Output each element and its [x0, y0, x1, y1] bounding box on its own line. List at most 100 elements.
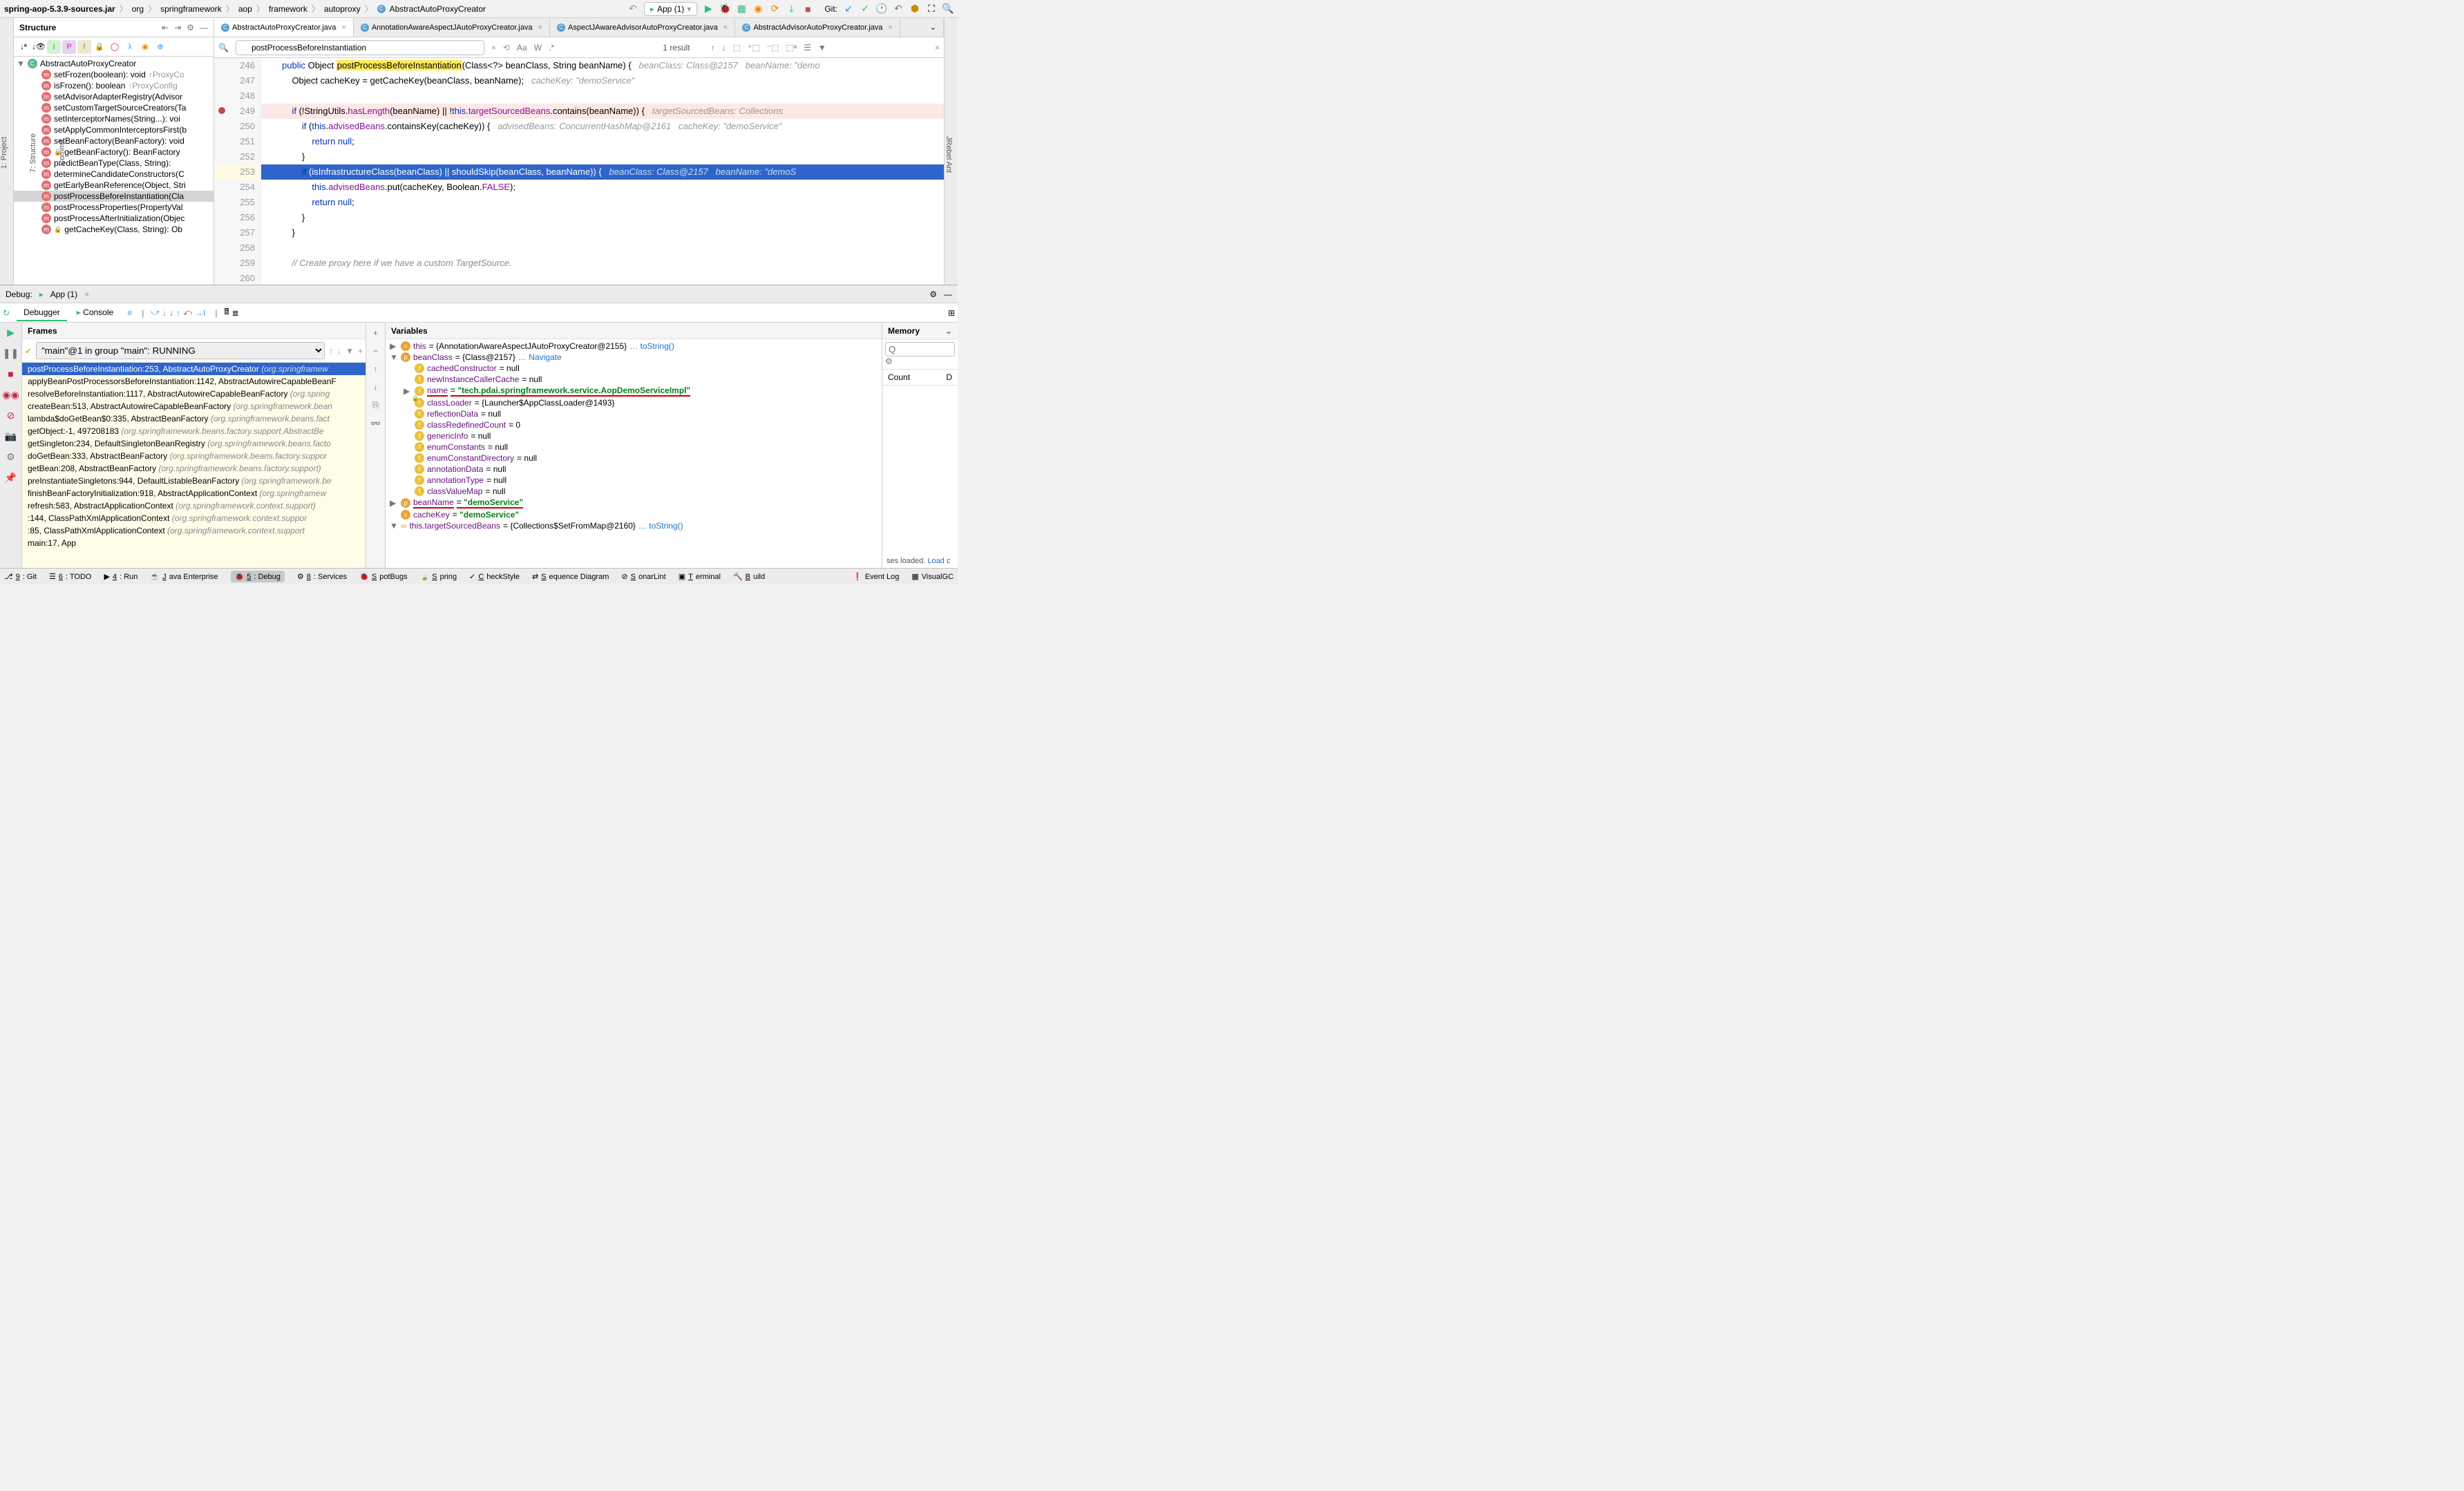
- tool-window-tab[interactable]: 7: Structure: [29, 133, 37, 173]
- breadcrumb-item[interactable]: framework: [269, 4, 307, 14]
- stack-frame[interactable]: :85, ClassPathXmlApplicationContext (org…: [22, 524, 366, 537]
- memory-load-link[interactable]: Load c: [927, 557, 950, 565]
- bottom-tool-tab[interactable]: ▣ Terminal: [679, 572, 721, 581]
- back-icon[interactable]: ↶: [627, 3, 638, 15]
- match-case-icon[interactable]: Aa: [517, 43, 527, 53]
- code-lines[interactable]: public Object postProcessBeforeInstantia…: [261, 58, 944, 285]
- copy-watch-icon[interactable]: ⎘: [372, 400, 379, 410]
- coverage-icon[interactable]: ▦: [736, 3, 747, 15]
- layout-icon[interactable]: ⊞: [948, 308, 955, 318]
- step-into-icon[interactable]: ↓: [162, 308, 167, 318]
- variable-row[interactable]: ▶f name = "tech.pdai.springframework.ser…: [386, 385, 882, 397]
- code-line[interactable]: [261, 88, 944, 104]
- structure-method-node[interactable]: m isFrozen(): boolean ↑ProxyConfig: [14, 80, 214, 91]
- git-update-icon[interactable]: ↙: [843, 3, 854, 15]
- stack-frame[interactable]: refresh:583, AbstractApplicationContext …: [22, 500, 366, 512]
- expand-icon[interactable]: ⛶: [926, 3, 937, 15]
- console-tab[interactable]: ▸ Console: [70, 305, 120, 321]
- code-line[interactable]: [261, 240, 944, 256]
- memory-search-input[interactable]: [885, 342, 955, 357]
- search-remove-sel-icon[interactable]: ⁻⬚: [767, 43, 779, 53]
- show-anon-icon[interactable]: ◯: [108, 40, 122, 54]
- structure-class-node[interactable]: ▼ C AbstractAutoProxyCreator: [14, 58, 214, 69]
- ide-status-icon[interactable]: ⬢: [909, 3, 920, 15]
- next-frame-icon[interactable]: ↓: [337, 346, 341, 356]
- stack-frame[interactable]: getBean:208, AbstractBeanFactory (org.sp…: [22, 462, 366, 475]
- more-tabs-icon[interactable]: ⌄: [923, 18, 944, 37]
- sort-alpha-icon[interactable]: ↓ª: [17, 40, 30, 54]
- search-filter-icon[interactable]: ☰: [804, 43, 811, 53]
- stack-frame[interactable]: createBean:513, AbstractAutowireCapableB…: [22, 400, 366, 412]
- code-line[interactable]: Object cacheKey = getCacheKey(beanClass,…: [261, 73, 944, 88]
- show-fields-icon[interactable]: f: [77, 40, 91, 54]
- prev-frame-icon[interactable]: ↑: [329, 346, 333, 356]
- variable-row[interactable]: ▶p beanName = "demoService": [386, 497, 882, 509]
- search-add-sel-icon[interactable]: ⁺⬚: [748, 43, 760, 53]
- pin-icon[interactable]: 📌: [4, 471, 18, 484]
- bottom-tool-tab[interactable]: ❗ Event Log: [853, 572, 899, 581]
- debug-gear-icon[interactable]: ⚙: [929, 289, 937, 299]
- show-inherited-icon[interactable]: I: [47, 40, 61, 54]
- search-down-icon[interactable]: ↓: [722, 43, 726, 53]
- variable-row[interactable]: f classValueMap = null: [386, 486, 882, 497]
- variable-link[interactable]: … Navigate: [518, 352, 562, 362]
- variable-row[interactable]: f enumConstantDirectory = null: [386, 453, 882, 464]
- stack-frame[interactable]: getSingleton:234, DefaultSingletonBeanRe…: [22, 437, 366, 450]
- filter-frames-icon[interactable]: ▼: [345, 346, 354, 356]
- watch-up-icon[interactable]: ↑: [374, 364, 378, 374]
- expand-all-icon[interactable]: ⊕: [153, 40, 167, 54]
- structure-method-node[interactable]: m predictBeanType(Class, String):: [14, 158, 214, 169]
- add-frame-icon[interactable]: +: [358, 346, 363, 356]
- variable-row[interactable]: f classRedefinedCount = 0: [386, 419, 882, 430]
- variable-link[interactable]: … toString(): [638, 521, 683, 531]
- show-properties-icon[interactable]: P: [62, 40, 76, 54]
- tool-window-tab[interactable]: 1: Project: [0, 137, 8, 169]
- show-private-icon[interactable]: 🔒: [93, 40, 106, 54]
- stack-frame[interactable]: lambda$doGetBean$0:335, AbstractBeanFact…: [22, 412, 366, 425]
- remove-watch-icon[interactable]: −: [373, 346, 378, 356]
- watch-down-icon[interactable]: ↓: [374, 382, 378, 392]
- search-history-icon[interactable]: ⟲: [503, 43, 510, 53]
- variable-row[interactable]: f🔒 classLoader = {Launcher$AppClassLoade…: [386, 397, 882, 408]
- structure-method-node[interactable]: m postProcessAfterInitialization(Objec: [14, 213, 214, 224]
- structure-gear-icon[interactable]: ⚙: [187, 23, 194, 32]
- stack-frame[interactable]: doGetBean:333, AbstractBeanFactory (org.…: [22, 450, 366, 462]
- breadcrumb-item[interactable]: org: [132, 4, 144, 14]
- drop-frame-icon[interactable]: ⤺: [183, 307, 192, 318]
- git-history-icon[interactable]: 🕐: [876, 3, 887, 15]
- stack-frame[interactable]: getObject:-1, 497208183 (org.springframe…: [22, 425, 366, 437]
- structure-expand-icon[interactable]: ⇥: [174, 23, 181, 32]
- profile-icon[interactable]: ◉: [752, 3, 764, 15]
- stack-frame[interactable]: main:17, App: [22, 537, 366, 549]
- variable-row[interactable]: f enumConstants = null: [386, 441, 882, 453]
- stack-frame[interactable]: preInstantiateSingletons:944, DefaultLis…: [22, 475, 366, 487]
- structure-method-node[interactable]: m setApplyCommonInterceptorsFirst(b: [14, 124, 214, 135]
- code-line[interactable]: return null;: [261, 134, 944, 149]
- breadcrumb-item[interactable]: AbstractAutoProxyCreator: [390, 4, 486, 14]
- structure-method-node[interactable]: m setFrozen(boolean): void ↑ProxyCo: [14, 69, 214, 80]
- trace-icon[interactable]: ≣: [232, 308, 239, 318]
- show-lambda-icon[interactable]: λ: [123, 40, 137, 54]
- bottom-tool-tab[interactable]: ⇄ Sequence Diagram: [532, 572, 609, 581]
- stack-frame[interactable]: postProcessBeforeInstantiation:253, Abst…: [22, 363, 366, 375]
- tool-window-tab[interactable]: Commit: [58, 140, 66, 166]
- bottom-tool-tab[interactable]: 🐞 5: Debug: [231, 571, 285, 582]
- settings-icon[interactable]: ⚙: [4, 450, 18, 464]
- editor-tab[interactable]: CAbstractAdvisorAutoProxyCreator.java×: [735, 18, 900, 37]
- close-icon[interactable]: ×: [341, 23, 345, 32]
- bottom-tool-tab[interactable]: ▶ 4: Run: [104, 572, 138, 581]
- mute-breakpoints-icon[interactable]: ⊘: [4, 408, 18, 422]
- code-line[interactable]: return null;: [261, 195, 944, 210]
- words-icon[interactable]: W: [534, 43, 542, 53]
- bottom-tool-tab[interactable]: ▦ VisualGC: [911, 572, 954, 581]
- search-input[interactable]: [236, 40, 484, 55]
- code-line[interactable]: }: [261, 225, 944, 240]
- structure-method-node[interactable]: m setInterceptorNames(String...): voi: [14, 113, 214, 124]
- variable-row[interactable]: f annotationType = null: [386, 475, 882, 486]
- view-breakpoints-icon[interactable]: ◉◉: [4, 388, 18, 401]
- search-close-icon[interactable]: ×: [935, 43, 940, 53]
- git-commit-icon[interactable]: ✓: [860, 3, 871, 15]
- git-revert-icon[interactable]: ↶: [893, 3, 904, 15]
- stack-frame[interactable]: :144, ClassPathXmlApplicationContext (or…: [22, 512, 366, 524]
- variable-row[interactable]: f genericInfo = null: [386, 430, 882, 441]
